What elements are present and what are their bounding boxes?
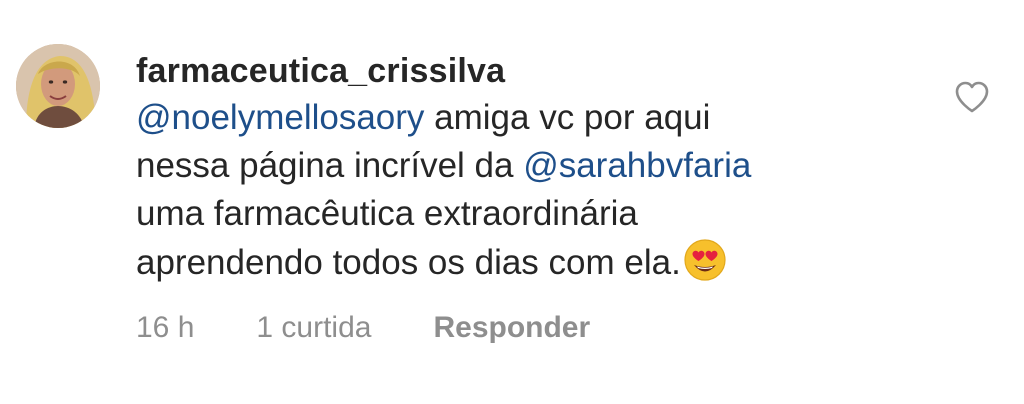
comment-line-4: aprendendo todos os dias com ela. xyxy=(136,238,936,287)
avatar[interactable] xyxy=(16,44,100,128)
comment-time: 16 h xyxy=(136,311,195,344)
mention-sarahbvfaria[interactable]: @sarahbvfaria xyxy=(523,146,751,185)
comment-text-part: uma farmacêutica extraordinária xyxy=(136,194,638,233)
avatar-photo xyxy=(16,44,100,128)
reply-button[interactable]: Responder xyxy=(433,309,590,347)
comment-line-1: @noelymellosaory amiga vc por aqui xyxy=(136,94,936,142)
heart-eyes-emoji-icon xyxy=(684,239,726,281)
comment-line-3: uma farmacêutica extraordinária xyxy=(136,190,936,238)
comment-text-part: amiga vc por aqui xyxy=(424,98,711,137)
comment: farmaceutica_crissilva @noelymellosaory … xyxy=(0,0,1024,404)
comment-body: farmaceutica_crissilva @noelymellosaory … xyxy=(136,50,936,347)
comment-likes[interactable]: 1 curtida xyxy=(256,309,371,347)
comment-text-part: aprendendo todos os dias com ela. xyxy=(136,243,681,282)
comment-username[interactable]: farmaceutica_crissilva xyxy=(136,50,936,92)
mention-noelymellosaory[interactable]: @noelymellosaory xyxy=(136,98,424,137)
like-heart-icon[interactable] xyxy=(954,80,990,114)
comment-meta: 16 h 1 curtida Responder xyxy=(136,309,936,347)
comment-line-2: nessa página incrível da @sarahbvfaria xyxy=(136,142,936,190)
comment-text-part: nessa página incrível da xyxy=(136,146,524,185)
comment-text: @noelymellosaory amiga vc por aqui nessa… xyxy=(136,94,936,287)
